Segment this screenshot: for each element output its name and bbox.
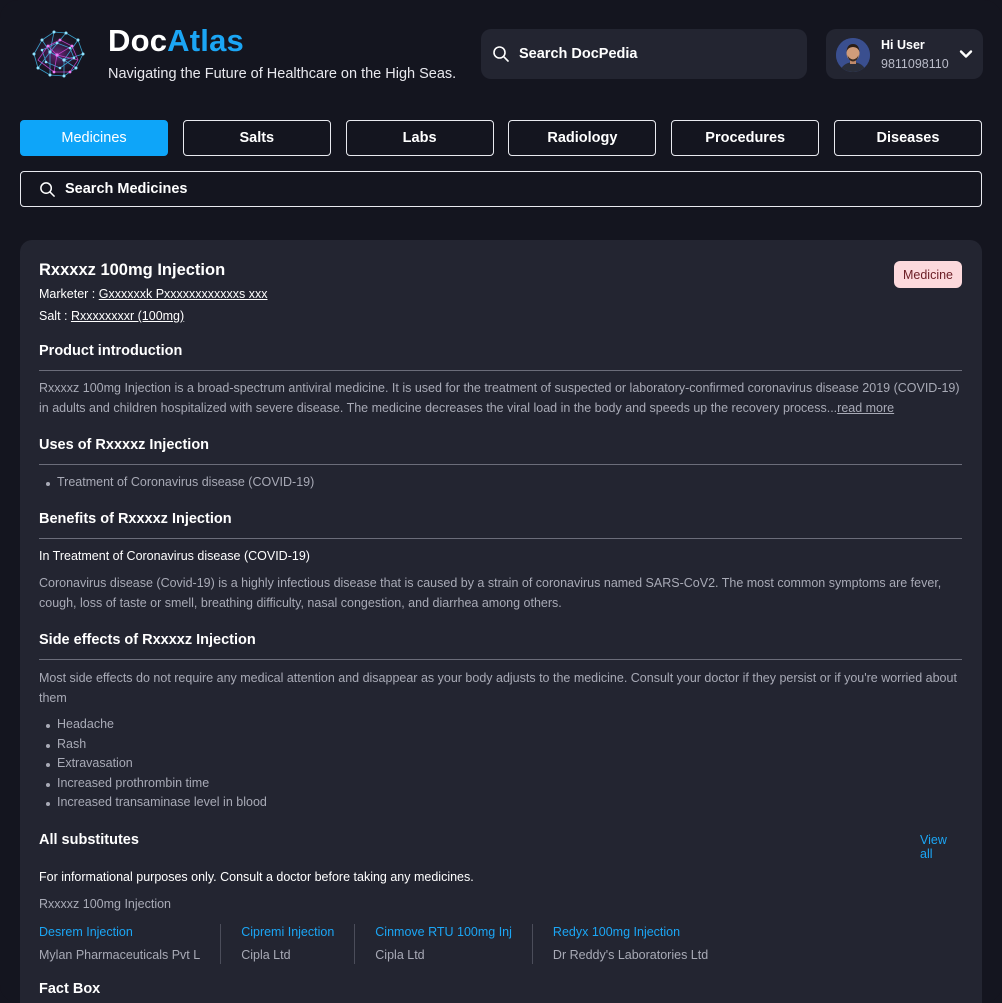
substitute-name[interactable]: Redyx 100mg Injection (553, 924, 708, 944)
uses-heading: Uses of Rxxxxz Injection (39, 437, 210, 453)
marketer-label: Marketer : (39, 287, 99, 301)
substitute-name[interactable]: Cinmove RTU 100mg Inj (375, 924, 512, 944)
brain-network-logo-icon (26, 24, 88, 82)
tab-diseases[interactable]: Diseases (834, 120, 982, 156)
docatlas-app: DocAtlas Navigating the Future of Health… (0, 0, 1002, 1003)
substitute-maker: Dr Reddy's Laboratories Ltd (552, 948, 709, 962)
user-menu-button[interactable]: Hi User 9811098110 (826, 29, 983, 79)
introduction-body: Rxxxxz 100mg Injection is a broad-spectr… (39, 381, 960, 415)
tab-medicines[interactable]: Medicines (20, 120, 168, 156)
benefits-divider (39, 538, 962, 539)
side-effects-text: Most side effects do not require any med… (39, 671, 957, 705)
list-item: Extravasation (39, 756, 267, 776)
list-item: Headache (39, 717, 267, 737)
substitute-item[interactable]: Cinmove RTU 100mg Inj Cipla Ltd (375, 924, 533, 964)
search-icon (40, 181, 55, 197)
benefits-text: Coronavirus disease (Covid-19) is a high… (39, 576, 942, 610)
fact-box-heading: Fact Box (39, 981, 101, 997)
side-effects-heading: Side effects of Rxxxxz Injection (39, 632, 256, 648)
substitutes-list: Desrem Injection Mylan Pharmaceuticals P… (39, 924, 748, 964)
medicine-search-input[interactable]: Search Medicines (20, 171, 982, 207)
benefits-heading: Benefits of Rxxxxz Injection (39, 511, 232, 527)
introduction-heading: Product introduction (39, 343, 183, 359)
list-item: Treatment of Coronavirus disease (COVID-… (39, 475, 314, 495)
brand-name: DocAtlas (108, 23, 244, 59)
uses-list: Treatment of Coronavirus disease (COVID-… (39, 475, 314, 495)
side-effects-divider (39, 659, 962, 660)
product-detail-card: Rxxxxz 100mg Injection Medicine Marketer… (20, 240, 982, 1003)
docpedia-search-placeholder: Search DocPedia (519, 46, 638, 62)
product-type-badge: Medicine (894, 261, 962, 288)
brand-name-doc: Doc (108, 23, 168, 58)
tab-procedures[interactable]: Procedures (671, 120, 820, 156)
substitutes-heading: All substitutes (39, 832, 139, 848)
read-more-link[interactable]: read more (837, 401, 894, 415)
salt-label: Salt : (39, 309, 71, 323)
salt-row: Salt : Rxxxxxxxxr (100mg) (39, 309, 184, 323)
uses-divider (39, 464, 962, 465)
brand-tagline: Navigating the Future of Healthcare on t… (108, 66, 457, 82)
tab-salts[interactable]: Salts (182, 120, 331, 156)
tab-labs[interactable]: Labs (345, 120, 494, 156)
substitute-name[interactable]: Cipremi Injection (241, 924, 334, 944)
brand-name-atlas: Atlas (167, 23, 244, 58)
user-phone: 9811098110 (881, 57, 949, 71)
medicine-search-placeholder: Search Medicines (65, 181, 188, 197)
category-tabs: Medicines Salts Labs Radiology Procedure… (20, 120, 982, 156)
docpedia-search-input[interactable]: Search DocPedia (481, 29, 807, 79)
list-item: Rash (39, 737, 267, 757)
substitute-maker: Cipla Ltd (375, 948, 425, 962)
product-title: Rxxxxz 100mg Injection (39, 261, 226, 279)
search-icon (493, 46, 509, 62)
substitute-item[interactable]: Redyx 100mg Injection Dr Reddy's Laborat… (553, 924, 728, 964)
substitute-maker: Cipla Ltd (241, 948, 291, 962)
view-all-link[interactable]: View all (920, 833, 962, 861)
benefits-subtitle: In Treatment of Coronavirus disease (COV… (39, 549, 310, 563)
tab-radiology[interactable]: Radiology (508, 120, 657, 156)
salt-link[interactable]: Rxxxxxxxxr (100mg) (71, 309, 184, 323)
substitutes-disclaimer: For informational purposes only. Consult… (39, 870, 474, 884)
substitutes-current-product: Rxxxxz 100mg Injection (39, 897, 172, 911)
user-greeting: Hi User (881, 38, 925, 52)
marketer-row: Marketer : Gxxxxxxk Pxxxxxxxxxxxxs xxx (39, 287, 268, 301)
introduction-text: Rxxxxz 100mg Injection is a broad-spectr… (39, 378, 962, 418)
list-item: Increased prothrombin time (39, 776, 267, 796)
substitute-name[interactable]: Desrem Injection (39, 924, 200, 944)
substitute-item[interactable]: Cipremi Injection Cipla Ltd (241, 924, 356, 964)
substitute-item[interactable]: Desrem Injection Mylan Pharmaceuticals P… (39, 924, 222, 964)
marketer-link[interactable]: Gxxxxxxk Pxxxxxxxxxxxxs xxx (99, 287, 268, 301)
substitute-maker: Mylan Pharmaceuticals Pvt L (39, 948, 201, 962)
introduction-divider (39, 370, 962, 371)
avatar (836, 38, 870, 72)
list-item: Increased transaminase level in blood (39, 795, 267, 815)
chevron-down-icon[interactable] (958, 46, 974, 62)
side-effects-list: Headache Rash Extravasation Increased pr… (39, 717, 267, 815)
